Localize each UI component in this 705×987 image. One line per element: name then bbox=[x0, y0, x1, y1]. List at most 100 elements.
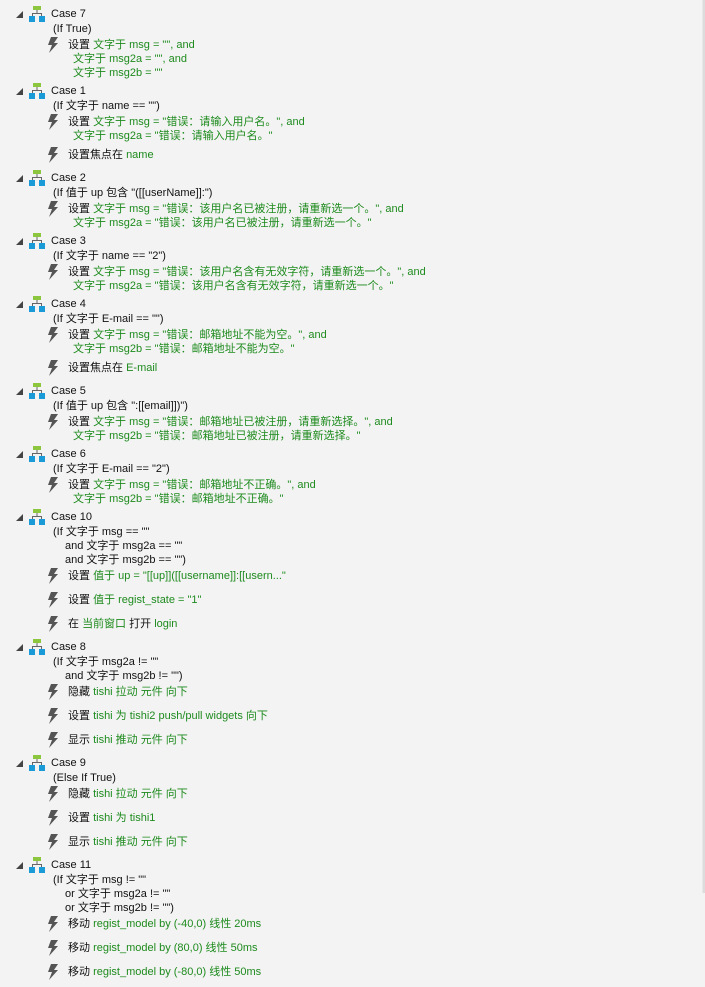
lightning-bolt-icon bbox=[47, 592, 59, 608]
action-line: 文字于 msg2a = "", and bbox=[68, 52, 700, 66]
lightning-bolt-icon bbox=[47, 786, 59, 802]
collapse-toggle-icon[interactable] bbox=[16, 644, 23, 651]
action-item[interactable]: 在 当前窗口 打开 login bbox=[0, 615, 700, 639]
case-header[interactable]: Case 3 bbox=[0, 233, 700, 249]
collapse-toggle-icon[interactable] bbox=[16, 514, 23, 521]
action-verb-text: 移动 bbox=[68, 918, 94, 930]
action-target-text: regist_model by (80,0) 线性 50ms bbox=[93, 942, 258, 954]
case-condition: or 文字于 msg2b != "") bbox=[65, 902, 174, 914]
action-item[interactable]: 移动 regist_model by (-40,0) 线性 20ms bbox=[0, 915, 700, 939]
action-target-text: name bbox=[126, 149, 154, 161]
action-item[interactable]: 设置 文字于 msg = "错误：请输入用户名。", and 文字于 msg2a… bbox=[0, 113, 700, 146]
collapse-toggle-icon[interactable] bbox=[16, 388, 23, 395]
action-item[interactable]: 显示 tishi 推动 元件 向下 bbox=[0, 731, 700, 755]
action-verb-text: 隐藏 bbox=[68, 686, 94, 698]
action-item[interactable]: 隐藏 tishi 拉动 元件 向下 bbox=[0, 785, 700, 809]
case-branch-icon bbox=[29, 639, 45, 655]
case-node: Case 7 (If True) 设置 文字于 msg = "", and 文字… bbox=[0, 6, 700, 83]
action-target-text: tishi 为 tishi1 bbox=[93, 812, 156, 824]
action-verb-text: 设置 bbox=[68, 329, 94, 341]
action-item[interactable]: 设置焦点在 name bbox=[0, 146, 700, 170]
case-node: Case 3 (If 文字于 name == "2") 设置 文字于 msg =… bbox=[0, 233, 700, 296]
collapse-toggle-icon[interactable] bbox=[16, 451, 23, 458]
case-node: Case 2 (If 值于 up 包含 "([[userName]]:") 设置… bbox=[0, 170, 700, 233]
action-target-text: 文字于 msg2a = "错误：该用户名已被注册，请重新选一个。" bbox=[70, 217, 372, 229]
action-line: 设置焦点在 E-mail bbox=[68, 361, 700, 375]
case-label: Case 3 bbox=[51, 235, 86, 247]
collapse-toggle-icon[interactable] bbox=[16, 862, 23, 869]
action-target-text: login bbox=[154, 618, 178, 630]
case-header[interactable]: Case 10 bbox=[0, 509, 700, 525]
action-item[interactable]: 设置 tishi 为 tishi1 bbox=[0, 809, 700, 833]
case-node: Case 6 (If 文字于 E-mail == "2") 设置 文字于 msg… bbox=[0, 446, 700, 509]
case-header[interactable]: Case 2 bbox=[0, 170, 700, 186]
action-target-text: 文字于 msg2a = "错误：该用户名含有无效字符，请重新选一个。" bbox=[70, 280, 394, 292]
action-line: 文字于 msg2b = "" bbox=[68, 66, 700, 80]
case-header[interactable]: Case 9 bbox=[0, 755, 700, 771]
action-target-text: tishi 拉动 元件 向下 bbox=[93, 686, 188, 698]
action-item[interactable]: 设置焦点在 E-mail bbox=[0, 359, 700, 383]
case-label: Case 7 bbox=[51, 8, 86, 20]
case-branch-icon bbox=[29, 170, 45, 186]
collapse-toggle-icon[interactable] bbox=[16, 238, 23, 245]
action-target-text: 当前窗口 bbox=[82, 618, 127, 630]
action-verb-text: 打开 bbox=[126, 618, 155, 630]
collapse-toggle-icon[interactable] bbox=[16, 11, 23, 18]
action-line: 设置 tishi 为 tishi1 bbox=[68, 811, 700, 825]
case-header[interactable]: Case 4 bbox=[0, 296, 700, 312]
case-header[interactable]: Case 7 bbox=[0, 6, 700, 22]
action-line: 设置 文字于 msg = "错误：邮箱地址不能为空。", and bbox=[68, 328, 700, 342]
case-header[interactable]: Case 8 bbox=[0, 639, 700, 655]
action-verb-text: 设置 bbox=[68, 710, 94, 722]
action-item[interactable]: 设置 文字于 msg = "错误：该用户名已被注册，请重新选一个。", and … bbox=[0, 200, 700, 233]
case-node: Case 10 (If 文字于 msg == "" and 文字于 msg2a =… bbox=[0, 509, 700, 639]
collapse-toggle-icon[interactable] bbox=[16, 301, 23, 308]
lightning-bolt-icon bbox=[47, 147, 59, 163]
collapse-toggle-icon[interactable] bbox=[16, 175, 23, 182]
case-condition: (If 文字于 msg2a != "" bbox=[53, 656, 159, 668]
case-condition: (If 值于 up 包含 ":[[email]])") bbox=[53, 400, 188, 412]
action-verb-text: 设置 bbox=[68, 116, 94, 128]
action-line: 文字于 msg2a = "错误：该用户名已被注册，请重新选一个。" bbox=[68, 216, 700, 230]
action-verb-text: 移动 bbox=[68, 966, 94, 978]
action-verb-text: 设置 bbox=[68, 266, 94, 278]
action-item[interactable]: 隐藏 tishi 拉动 元件 向下 bbox=[0, 683, 700, 707]
action-item[interactable]: 设置 文字于 msg = "", and 文字于 msg2a = "", and… bbox=[0, 36, 700, 83]
collapse-toggle-icon[interactable] bbox=[16, 88, 23, 95]
case-header[interactable]: Case 6 bbox=[0, 446, 700, 462]
collapse-toggle-icon[interactable] bbox=[16, 760, 23, 767]
action-line: 文字于 msg2b = "错误：邮箱地址不能为空。" bbox=[68, 342, 700, 356]
lightning-bolt-icon bbox=[47, 732, 59, 748]
case-node: Case 4 (If 文字于 E-mail == "") 设置 文字于 msg … bbox=[0, 296, 700, 383]
action-target-text: 文字于 msg2b = "错误：邮箱地址不能为空。" bbox=[70, 343, 295, 355]
action-item[interactable]: 移动 regist_model by (80,0) 线性 50ms bbox=[0, 939, 700, 963]
action-item[interactable]: 设置 值于 regist_state = "1" bbox=[0, 591, 700, 615]
case-header[interactable]: Case 11 bbox=[0, 857, 700, 873]
action-verb-text: 设置 bbox=[68, 39, 94, 51]
case-label: Case 1 bbox=[51, 85, 86, 97]
action-item[interactable]: 移动 regist_model by (-80,0) 线性 50ms bbox=[0, 963, 700, 987]
action-target-text: 文字于 msg2a = "错误：请输入用户名。" bbox=[70, 130, 273, 142]
action-item[interactable]: 显示 tishi 推动 元件 向下 bbox=[0, 833, 700, 857]
case-header[interactable]: Case 5 bbox=[0, 383, 700, 399]
case-header[interactable]: Case 1 bbox=[0, 83, 700, 99]
lightning-bolt-icon bbox=[47, 327, 59, 343]
action-line: 设置 值于 regist_state = "1" bbox=[68, 593, 700, 607]
action-item[interactable]: 设置 文字于 msg = "错误：邮箱地址已被注册，请重新选择。", and 文… bbox=[0, 413, 700, 446]
case-condition: (If 文字于 name == "") bbox=[53, 100, 160, 112]
case-condition: (If 值于 up 包含 "([[userName]]:") bbox=[53, 187, 213, 199]
action-line: 设置 文字于 msg = "错误：该用户名已被注册，请重新选一个。", and bbox=[68, 202, 700, 216]
action-target-text: 文字于 msg = "错误：邮箱地址不能为空。", and bbox=[93, 329, 327, 341]
action-item[interactable]: 设置 文字于 msg = "错误：邮箱地址不正确。", and 文字于 msg2… bbox=[0, 476, 700, 509]
case-condition: and 文字于 msg2a == "" bbox=[65, 540, 183, 552]
case-label: Case 5 bbox=[51, 385, 86, 397]
action-item[interactable]: 设置 文字于 msg = "错误：邮箱地址不能为空。", and 文字于 msg… bbox=[0, 326, 700, 359]
case-branch-icon bbox=[29, 6, 45, 22]
action-item[interactable]: 设置 文字于 msg = "错误：该用户名含有无效字符，请重新选一个。", an… bbox=[0, 263, 700, 296]
case-node: Case 11 (If 文字于 msg != "" or 文字于 msg2a !=… bbox=[0, 857, 700, 987]
action-item[interactable]: 设置 值于 up = "[[up]]([[username]]:[[usern.… bbox=[0, 567, 700, 591]
lightning-bolt-icon bbox=[47, 264, 59, 280]
action-line: 设置 文字于 msg = "错误：请输入用户名。", and bbox=[68, 115, 700, 129]
action-target-text: 文字于 msg = "错误：邮箱地址不正确。", and bbox=[93, 479, 316, 491]
action-item[interactable]: 设置 tishi 为 tishi2 push/pull widgets 向下 bbox=[0, 707, 700, 731]
